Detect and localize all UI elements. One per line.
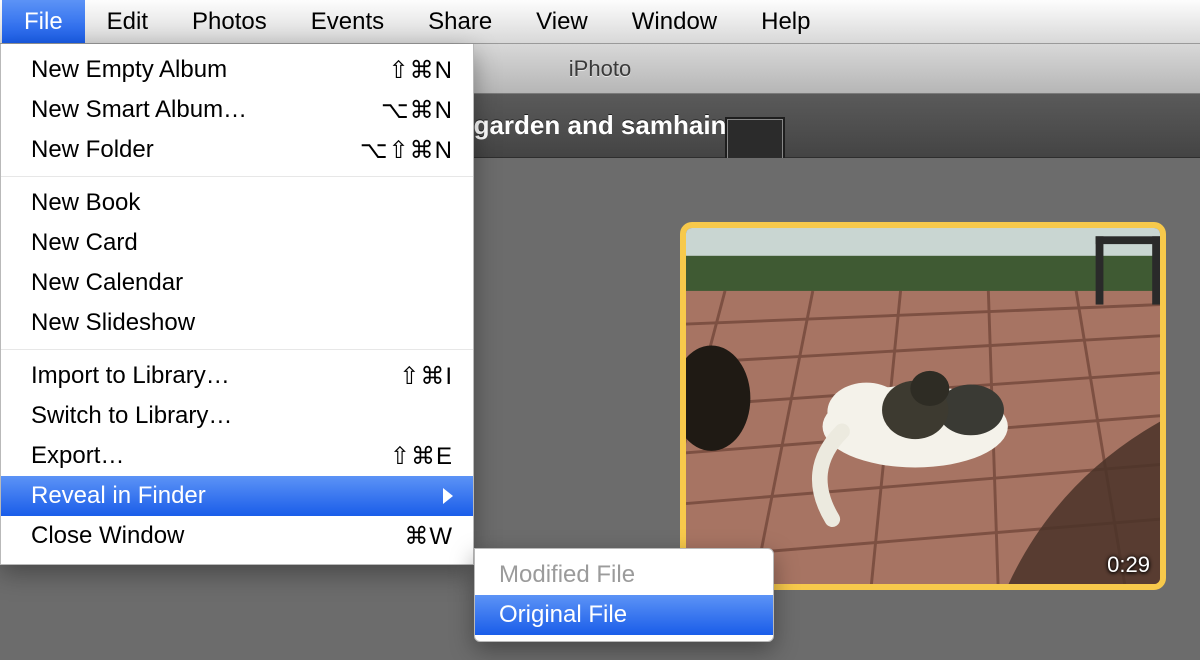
menu-item-label: New Slideshow	[31, 309, 453, 337]
menu-item-label: Reveal in Finder	[31, 482, 435, 510]
menubar: File Edit Photos Events Share View Windo…	[0, 0, 1200, 44]
menubar-photos[interactable]: Photos	[170, 0, 289, 43]
video-duration-badge: 0:29	[1107, 552, 1150, 578]
menu-new-card[interactable]: New Card	[1, 223, 473, 263]
menu-separator	[1, 349, 473, 350]
menu-new-folder[interactable]: New Folder ⌥⇧⌘N	[1, 130, 473, 170]
menu-item-label: Export…	[31, 442, 390, 470]
menubar-events[interactable]: Events	[289, 0, 406, 43]
submenu-item-label: Original File	[499, 601, 749, 629]
menubar-label: View	[536, 8, 588, 36]
menu-item-label: Import to Library…	[31, 362, 399, 390]
submenu-item-label: Modified File	[499, 561, 749, 589]
reveal-in-finder-submenu: Modified File Original File	[474, 548, 774, 642]
menubar-label: Help	[761, 8, 810, 36]
menu-item-label: New Smart Album…	[31, 96, 381, 124]
window-title: iPhoto	[569, 56, 631, 82]
menu-switch-to-library[interactable]: Switch to Library…	[1, 396, 473, 436]
menubar-edit[interactable]: Edit	[85, 0, 170, 43]
menu-item-label: Close Window	[31, 522, 404, 550]
menu-new-empty-album[interactable]: New Empty Album ⇧⌘N	[1, 50, 473, 90]
menu-item-shortcut: ⇧⌘I	[399, 362, 453, 391]
menubar-label: Share	[428, 8, 492, 36]
menu-import-to-library[interactable]: Import to Library… ⇧⌘I	[1, 356, 473, 396]
file-menu-dropdown: New Empty Album ⇧⌘N New Smart Album… ⌥⌘N…	[0, 44, 474, 565]
menu-item-shortcut: ⇧⌘N	[389, 56, 453, 85]
menu-item-label: New Calendar	[31, 269, 453, 297]
adjacent-thumbnail-peek	[725, 117, 785, 163]
menu-new-calendar[interactable]: New Calendar	[1, 263, 473, 303]
menu-item-label: New Card	[31, 229, 453, 257]
menu-item-shortcut: ⌥⌘N	[381, 96, 453, 125]
event-title: garden and samhain	[474, 110, 727, 141]
menubar-share[interactable]: Share	[406, 0, 514, 43]
menu-item-shortcut: ⌘W	[404, 522, 453, 551]
menu-item-label: Switch to Library…	[31, 402, 453, 430]
submenu-arrow-icon	[443, 488, 453, 504]
menu-item-shortcut: ⌥⇧⌘N	[360, 136, 453, 165]
menu-close-window[interactable]: Close Window ⌘W	[1, 516, 473, 556]
submenu-modified-file: Modified File	[475, 555, 773, 595]
menu-item-label: New Folder	[31, 136, 360, 164]
menubar-file[interactable]: File	[2, 0, 85, 43]
menubar-label: Photos	[192, 8, 267, 36]
submenu-original-file[interactable]: Original File	[475, 595, 773, 635]
thumbnail-image	[686, 228, 1160, 584]
menu-item-label: New Empty Album	[31, 56, 389, 84]
menu-new-book[interactable]: New Book	[1, 183, 473, 223]
menu-separator	[1, 176, 473, 177]
menubar-window[interactable]: Window	[610, 0, 739, 43]
menubar-view[interactable]: View	[514, 0, 610, 43]
menu-reveal-in-finder[interactable]: Reveal in Finder	[1, 476, 473, 516]
menu-export[interactable]: Export… ⇧⌘E	[1, 436, 473, 476]
menubar-help[interactable]: Help	[739, 0, 832, 43]
menubar-label: Edit	[107, 8, 148, 36]
menubar-label: Events	[311, 8, 384, 36]
menu-new-smart-album[interactable]: New Smart Album… ⌥⌘N	[1, 90, 473, 130]
menu-item-label: New Book	[31, 189, 453, 217]
menubar-label: Window	[632, 8, 717, 36]
video-thumbnail-selected[interactable]: 0:29	[680, 222, 1166, 590]
menu-new-slideshow[interactable]: New Slideshow	[1, 303, 473, 343]
menubar-label: File	[24, 8, 63, 36]
menu-item-shortcut: ⇧⌘E	[390, 442, 453, 471]
